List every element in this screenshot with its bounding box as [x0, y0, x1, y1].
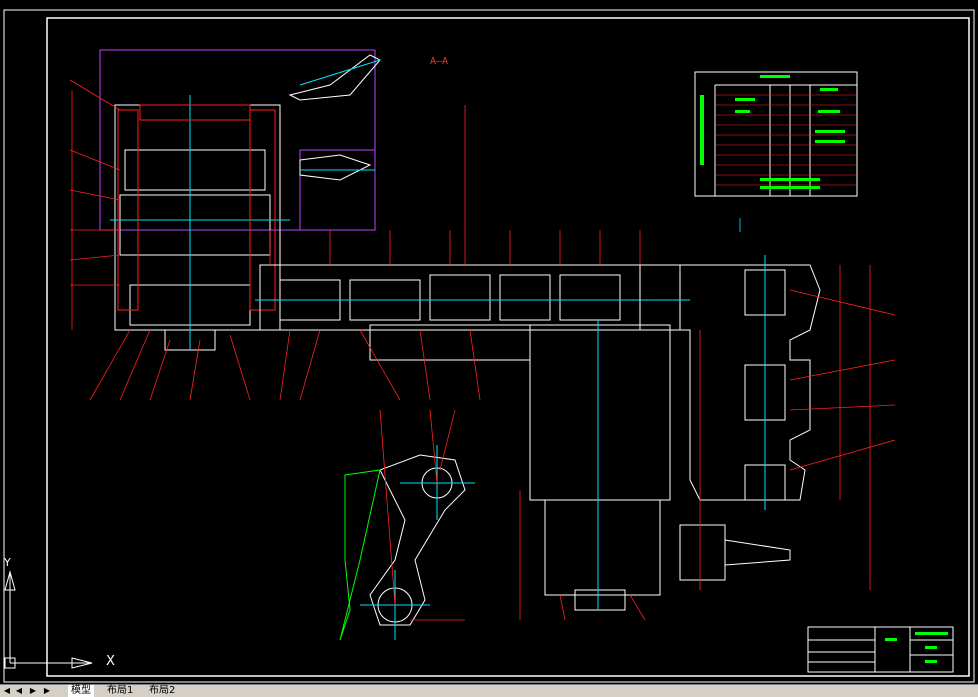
tab-layout2[interactable]: 布局2: [146, 685, 178, 697]
last-tab-button[interactable]: ▶: [42, 686, 52, 696]
tab-layout1[interactable]: 布局1: [104, 685, 136, 697]
layout-tab-bar: ◀ ◀ ▶ ▶ 模型 布局1 布局2: [0, 684, 978, 697]
y-axis-label: Y: [4, 556, 11, 569]
prev-tab-button[interactable]: ◀: [14, 686, 24, 696]
title-frame: [46, 17, 970, 677]
gear-train-dims: [269, 230, 641, 401]
gearbox-hatching: [117, 104, 276, 311]
first-tab-button[interactable]: ◀: [2, 686, 12, 696]
motor-housing: [529, 320, 671, 611]
arm-dims: [699, 265, 896, 590]
swing-link-dims: [379, 409, 646, 621]
view-frame: [99, 49, 376, 231]
left-leaders: [69, 79, 466, 401]
gearbox-body: [110, 95, 290, 351]
tab-model[interactable]: 模型: [68, 685, 94, 697]
next-tab-button[interactable]: ▶: [28, 686, 38, 696]
cad-drawing: [3, 9, 975, 683]
section-label: A—A: [430, 56, 449, 67]
title-block-text: [885, 632, 948, 663]
parts-table-text: [700, 75, 845, 189]
upper-bit: [288, 54, 381, 181]
drawing-canvas[interactable]: A—A X Y: [0, 0, 978, 684]
swing-link: [339, 445, 475, 641]
x-axis-label: X: [106, 654, 115, 669]
cutting-arm: [639, 255, 821, 581]
ucs-icon: [4, 570, 93, 669]
